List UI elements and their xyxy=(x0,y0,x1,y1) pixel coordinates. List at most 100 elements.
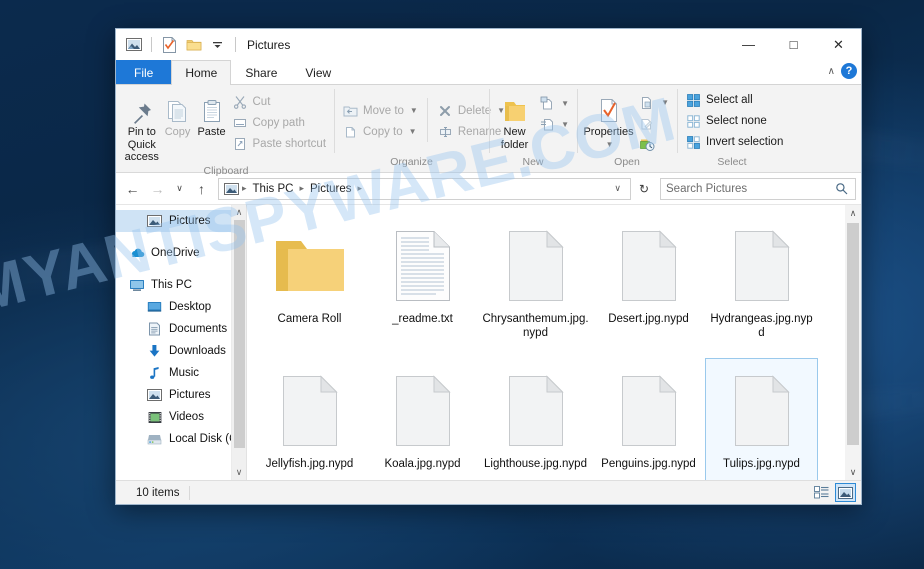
paste-shortcut-button[interactable]: Paste shortcut xyxy=(229,133,330,154)
ribbon-group-open: Properties ▼ ▼ Open xyxy=(577,85,677,172)
copy-button[interactable]: Copy xyxy=(161,89,195,139)
sidebar-item-desktop[interactable]: Desktop xyxy=(116,296,246,318)
breadcrumb-this-pc[interactable]: This PC xyxy=(249,183,298,195)
file-list-view[interactable]: Camera Roll _readme.txt Chrysanthemum.jp… xyxy=(247,205,861,480)
status-divider xyxy=(189,485,191,500)
open-with-button[interactable]: ▼ xyxy=(635,92,672,113)
content-scroll-up-icon[interactable]: ∧ xyxy=(845,205,861,221)
file-name: _readme.txt xyxy=(392,313,453,325)
tab-view[interactable]: View xyxy=(291,60,345,84)
close-button[interactable]: ✕ xyxy=(816,29,861,60)
new-small-commands: ▼ ▼ xyxy=(535,89,572,135)
easy-access-button[interactable]: ▼ xyxy=(535,114,572,135)
edit-icon xyxy=(638,115,655,132)
nav-scroll-thumb[interactable] xyxy=(234,220,245,448)
content-scrollbar[interactable]: ∧ ∨ xyxy=(845,205,861,480)
sidebar-item-label: Pictures xyxy=(169,389,211,401)
blank-file-icon xyxy=(507,220,565,312)
nav-scroll-down-icon[interactable]: ∨ xyxy=(236,465,243,480)
blank-file-icon xyxy=(620,220,678,312)
properties-icon[interactable] xyxy=(159,35,180,55)
search-icon[interactable] xyxy=(833,180,850,197)
refresh-button[interactable]: ↻ xyxy=(633,178,655,200)
select-none-button[interactable]: Select none xyxy=(682,111,786,132)
back-button[interactable]: ← xyxy=(121,177,144,200)
new-item-caret-icon[interactable]: ▼ xyxy=(561,99,569,108)
cut-button[interactable]: Cut xyxy=(229,91,330,112)
sidebar-item-pictures[interactable]: Pictures xyxy=(116,384,246,406)
nav-scroll-up-icon[interactable]: ∧ xyxy=(236,205,243,220)
copy-path-button[interactable]: Copy path xyxy=(229,112,330,133)
tab-home[interactable]: Home xyxy=(171,60,232,85)
tab-file[interactable]: File xyxy=(116,60,172,84)
move-to-caret-icon[interactable]: ▼ xyxy=(410,106,418,115)
navigation-scrollbar[interactable]: ∧ ∨ xyxy=(231,205,246,480)
new-item-button[interactable]: ▼ xyxy=(535,93,572,114)
open-with-caret-icon[interactable]: ▼ xyxy=(661,98,669,107)
large-icons-view-button[interactable] xyxy=(835,483,856,502)
sidebar-item-onedrive[interactable]: OneDrive xyxy=(116,242,246,264)
breadcrumb[interactable]: ▸ This PC ▸ Pictures ▸ ∨ xyxy=(218,177,631,200)
help-icon[interactable]: ? xyxy=(841,63,857,79)
sidebar-item-local-disk-c[interactable]: Local Disk (C:) xyxy=(116,428,246,450)
recent-locations-button[interactable]: ∨ xyxy=(171,177,188,200)
select-all-label: Select all xyxy=(706,94,753,106)
list-item[interactable]: Chrysanthemum.jpg.nypd xyxy=(479,213,592,358)
search-box[interactable] xyxy=(660,177,856,200)
list-item[interactable]: Lighthouse.jpg.nypd xyxy=(479,358,592,480)
customize-qat-dropdown-icon[interactable] xyxy=(207,35,228,55)
sidebar-item-pictures-quick[interactable]: Pictures xyxy=(116,210,246,232)
tab-share[interactable]: Share xyxy=(231,60,291,84)
new-folder-button[interactable]: New folder xyxy=(494,89,535,151)
sidebar-item-music[interactable]: Music xyxy=(116,362,246,384)
breadcrumb-dropdown-icon[interactable]: ∨ xyxy=(609,183,626,194)
copy-to-icon xyxy=(342,123,359,140)
properties-icon xyxy=(596,92,622,126)
properties-button[interactable]: Properties ▼ xyxy=(582,89,635,151)
invert-selection-button[interactable]: Invert selection xyxy=(682,132,786,153)
qat-divider-1 xyxy=(151,37,152,52)
maximize-button[interactable]: □ xyxy=(771,29,816,60)
content-scroll-thumb[interactable] xyxy=(847,223,859,445)
list-item[interactable]: Koala.jpg.nypd xyxy=(366,358,479,480)
copy-to-button[interactable]: Copy to ▼ xyxy=(339,121,421,142)
minimize-button[interactable]: — xyxy=(726,29,771,60)
sidebar-item-downloads[interactable]: Downloads xyxy=(116,340,246,362)
group-label-open: Open xyxy=(614,156,640,168)
sidebar-item-documents[interactable]: Documents xyxy=(116,318,246,340)
sidebar-item-this-pc[interactable]: This PC xyxy=(116,274,246,296)
up-button[interactable]: ↑ xyxy=(190,177,213,200)
sidebar-item-label: Videos xyxy=(169,411,204,423)
pin-to-quick-access-button[interactable]: Pin to Quick access xyxy=(123,89,161,164)
copy-icon xyxy=(164,92,192,126)
content-scroll-down-icon[interactable]: ∨ xyxy=(845,464,861,480)
history-button[interactable] xyxy=(635,134,672,155)
window-controls: — □ ✕ xyxy=(726,29,861,60)
copy-to-caret-icon[interactable]: ▼ xyxy=(409,127,417,136)
sidebar-item-videos[interactable]: Videos xyxy=(116,406,246,428)
select-none-icon xyxy=(685,113,702,130)
list-item[interactable]: Penguins.jpg.nypd xyxy=(592,358,705,480)
search-input[interactable] xyxy=(666,182,833,195)
pictures-folder-icon[interactable] xyxy=(123,35,144,55)
file-explorer-window: Pictures — □ ✕ File Home Share View ∧ ? xyxy=(115,28,862,505)
collapse-ribbon-icon[interactable]: ∧ xyxy=(828,66,835,77)
list-item[interactable]: Hydrangeas.jpg.nypd xyxy=(705,213,818,358)
file-name: Lighthouse.jpg.nypd xyxy=(484,458,587,470)
list-item[interactable]: _readme.txt xyxy=(366,213,479,358)
breadcrumb-pictures[interactable]: Pictures xyxy=(306,183,356,195)
move-to-button[interactable]: Move to ▼ xyxy=(339,100,421,121)
list-item[interactable]: Jellyfish.jpg.nypd xyxy=(253,358,366,480)
forward-button[interactable]: → xyxy=(146,177,169,200)
easy-access-caret-icon[interactable]: ▼ xyxy=(561,120,569,129)
list-item[interactable]: Desert.jpg.nypd xyxy=(592,213,705,358)
list-item[interactable]: Camera Roll xyxy=(253,213,366,358)
list-item[interactable]: Tulips.jpg.nypd xyxy=(705,358,818,480)
new-folder-icon[interactable] xyxy=(183,35,204,55)
paste-button[interactable]: Paste xyxy=(195,89,229,139)
edit-button[interactable] xyxy=(635,113,672,134)
select-all-button[interactable]: Select all xyxy=(682,90,786,111)
move-to-icon xyxy=(342,102,359,119)
properties-caret-icon[interactable]: ▼ xyxy=(606,139,614,152)
details-view-button[interactable] xyxy=(811,483,832,502)
